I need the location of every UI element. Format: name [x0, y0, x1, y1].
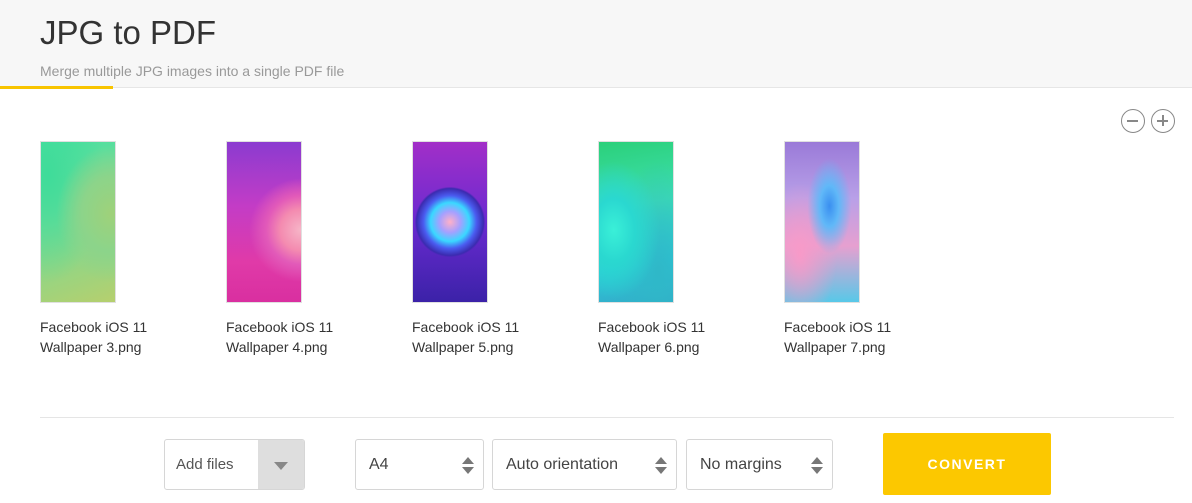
spinner-arrows-icon [462, 457, 474, 475]
file-name-line2: Wallpaper 4.png [226, 339, 328, 355]
wallpaper-preview-image [784, 141, 860, 303]
spinner-arrows-icon [655, 457, 667, 475]
wallpaper-preview-image [598, 141, 674, 303]
add-files-arrow[interactable] [258, 440, 304, 489]
page-size-value: A4 [369, 456, 389, 473]
file-name-line1: Facebook iOS 11 [784, 319, 892, 335]
file-name-line2: Wallpaper 3.png [40, 339, 142, 355]
file-name-line1: Facebook iOS 11 [40, 319, 148, 335]
file-thumbnail[interactable]: Facebook iOS 11 Wallpaper 6.png [598, 141, 748, 357]
file-name-line2: Wallpaper 5.png [412, 339, 514, 355]
page-title: JPG to PDF [40, 14, 217, 51]
zoom-out-icon[interactable] [1121, 109, 1145, 133]
chevron-down-icon [274, 462, 288, 470]
file-name-line2: Wallpaper 7.png [784, 339, 886, 355]
page-subtitle: Merge multiple JPG images into a single … [40, 63, 345, 79]
header-accent-bar [0, 86, 113, 89]
page-size-select[interactable]: A4 [355, 439, 484, 490]
file-thumbnail[interactable]: Facebook iOS 11 Wallpaper 7.png [784, 141, 934, 357]
wallpaper-preview-image [226, 141, 302, 303]
toolbar-divider [40, 417, 1174, 418]
convert-button[interactable]: CONVERT [883, 433, 1051, 495]
orientation-value: Auto orientation [506, 456, 619, 473]
add-files-label: Add files [176, 456, 234, 473]
add-files-dropdown[interactable]: Add files [164, 439, 305, 490]
file-name-line1: Facebook iOS 11 [598, 319, 706, 335]
orientation-select[interactable]: Auto orientation [492, 439, 677, 490]
file-name-line1: Facebook iOS 11 [412, 319, 520, 335]
margins-select[interactable]: No margins [686, 439, 833, 490]
file-name-line1: Facebook iOS 11 [226, 319, 334, 335]
file-thumbnail[interactable]: Facebook iOS 11 Wallpaper 4.png [226, 141, 376, 357]
wallpaper-preview-image [40, 141, 116, 303]
margins-value: No margins [700, 456, 782, 473]
zoom-in-icon[interactable] [1151, 109, 1175, 133]
spinner-arrows-icon [811, 457, 823, 475]
file-thumbnail[interactable]: Facebook iOS 11 Wallpaper 5.png [412, 141, 562, 357]
file-name-line2: Wallpaper 6.png [598, 339, 700, 355]
page-header: JPG to PDF Merge multiple JPG images int… [0, 0, 1192, 89]
wallpaper-preview-image [412, 141, 488, 303]
file-thumbnail[interactable]: Facebook iOS 11 Wallpaper 3.png [40, 141, 190, 357]
